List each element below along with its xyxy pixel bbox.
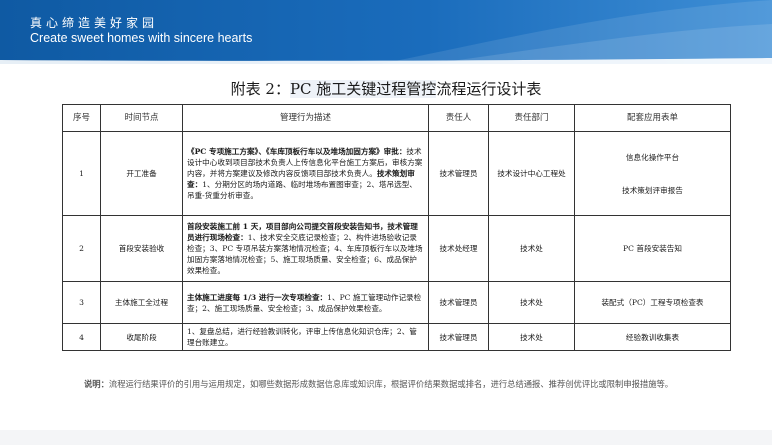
header-banner: 真心缔造美好家园 Create sweet homes with sincere… xyxy=(0,0,772,64)
description-text: 1、复盘总结，进行经验教训转化，评审上传信息化知识仓库；2、管理台账建立。 xyxy=(187,327,417,347)
cell-no: 1 xyxy=(62,131,101,216)
title-prefix: 附表 2： xyxy=(230,80,290,98)
cell-description: 首段安装施工前 1 天，项目部向公司提交首段安装告知书，技术管理员进行现场检查：… xyxy=(182,215,429,282)
cell-forms: 信息化操作平台 技术策划评审报告 xyxy=(574,131,731,216)
table-row: 3 主体施工全过程 主体施工进度每 1/3 进行一次专项检查：1、PC 施工管理动作… xyxy=(62,281,731,324)
table-row: 4 收尾阶段 1、复盘总结，进行经验教训转化，评审上传信息化知识仓库；2、管理台账建… xyxy=(62,323,731,351)
note-label: 说明： xyxy=(84,379,109,389)
header-time-node: 时间节点 xyxy=(100,104,183,132)
banner-slogan-en: Create sweet homes with sincere hearts xyxy=(30,31,253,45)
footer-strip xyxy=(0,430,772,445)
cell-department: 技术处 xyxy=(488,323,575,351)
table-header-row: 序号 时间节点 管理行为描述 责任人 责任部门 配套应用表单 xyxy=(62,104,731,132)
form-item: 信息化操作平台 xyxy=(625,152,680,162)
cell-forms: 经验教训收集表 xyxy=(574,323,731,351)
title-highlight: PC 施工关键过程管控 xyxy=(289,80,437,98)
cell-forms: 装配式（PC）工程专项检查表 xyxy=(574,281,731,324)
cell-person: 技术管理员 xyxy=(428,281,489,324)
cell-forms: PC 首段安装告知 xyxy=(574,215,731,282)
form-item: PC 首段安装告知 xyxy=(623,244,682,253)
cell-person: 技术处经理 xyxy=(428,215,489,282)
title-suffix: 流程运行设计表 xyxy=(436,80,542,98)
process-design-table: 序号 时间节点 管理行为描述 责任人 责任部门 配套应用表单 1 开工准备 《PC … xyxy=(62,104,731,351)
cell-no: 3 xyxy=(62,281,101,324)
cell-time-node: 主体施工全过程 xyxy=(100,281,183,324)
description-text: 1、分期分区的场内道路、临时堆场布置图审查；2、塔吊选型、吊重-货重分析审查。 xyxy=(187,180,417,200)
form-item: 技术策划评审报告 xyxy=(622,185,683,195)
note-text: 流程运行结果评价的引用与运用规定，如哪些数据形成数据信息库或知识库，根据评价结果… xyxy=(108,379,674,389)
table-row: 1 开工准备 《PC 专项施工方案》、《车库顶板行车以及堆场加固方案》审批：技术设计… xyxy=(62,131,731,216)
header-no: 序号 xyxy=(62,104,101,132)
header-description: 管理行为描述 xyxy=(182,104,429,132)
banner-slogan-cn: 真心缔造美好家园 xyxy=(30,16,159,30)
cell-department: 技术处 xyxy=(488,215,575,282)
explanation-note: 说明：流程运行结果评价的引用与运用规定，如哪些数据形成数据信息库或知识库，根据评… xyxy=(84,374,734,394)
cell-department: 技术处 xyxy=(488,281,575,324)
header-department: 责任部门 xyxy=(488,104,575,132)
description-bold-text: 《PC 专项施工方案》、《车库顶板行车以及堆场加固方案》 xyxy=(187,147,384,156)
cell-time-node: 收尾阶段 xyxy=(100,323,183,351)
header-person: 责任人 xyxy=(428,104,489,132)
cell-description: 1、复盘总结，进行经验教训转化，评审上传信息化知识仓库；2、管理台账建立。 xyxy=(182,323,429,351)
cell-description: 主体施工进度每 1/3 进行一次专项检查：1、PC 施工管理动作记录检查；2、施… xyxy=(182,281,429,324)
form-item: 经验教训收集表 xyxy=(625,332,680,342)
cell-description: 《PC 专项施工方案》、《车库顶板行车以及堆场加固方案》审批：技术设计中心收到项… xyxy=(182,131,429,216)
header-forms: 配套应用表单 xyxy=(574,104,731,132)
cell-no: 2 xyxy=(62,215,101,282)
form-item: 装配式（PC）工程专项检查表 xyxy=(601,298,704,307)
description-bold-text: 主体施工进度每 1/3 进行一次专项检查： xyxy=(187,292,328,302)
page-title: 附表 2：PC 施工关键过程管控流程运行设计表 xyxy=(0,78,772,99)
cell-time-node: 开工准备 xyxy=(100,131,183,216)
description-bold-text: 审批： xyxy=(383,147,407,156)
cell-no: 4 xyxy=(62,323,101,351)
cell-department: 技术设计中心工程处 xyxy=(488,131,575,216)
cell-time-node: 首段安装验收 xyxy=(100,215,183,282)
cell-person: 技术管理员 xyxy=(428,131,489,216)
table-row: 2 首段安装验收 首段安装施工前 1 天，项目部向公司提交首段安装告知书，技术管理员… xyxy=(62,215,731,282)
cell-person: 技术管理员 xyxy=(428,323,489,351)
